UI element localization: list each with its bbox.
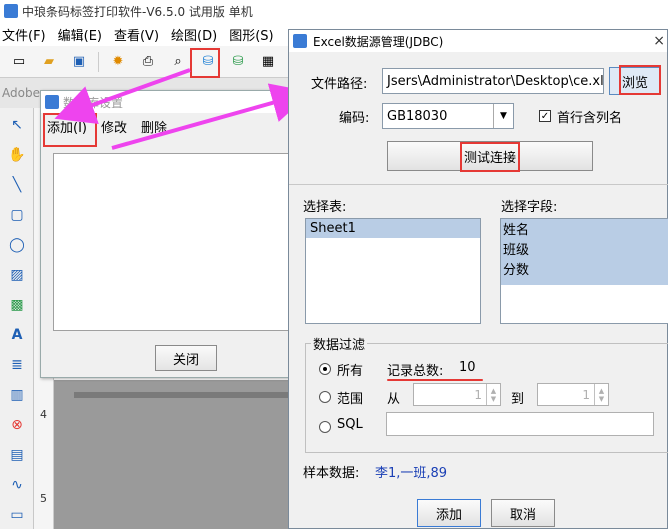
radio-all-label: 所有 xyxy=(337,364,364,379)
excel-dialog-titlebar: Excel数据源管理(JDBC) × xyxy=(289,30,667,52)
add-button[interactable]: 添加 xyxy=(417,499,481,527)
close-icon[interactable]: × xyxy=(653,33,665,49)
header-checkbox[interactable]: ✓ xyxy=(539,108,551,123)
from-value: 1 xyxy=(474,387,482,402)
record-total-underline xyxy=(387,379,483,381)
radio-sql-label: SQL xyxy=(337,417,363,432)
stepper-arrows-icon[interactable]: ▲ ▼ xyxy=(594,384,608,405)
select-table-label: 选择表: xyxy=(303,200,347,215)
divider xyxy=(289,184,668,185)
radio-all[interactable] xyxy=(319,361,331,376)
excel-dialog-icon xyxy=(293,34,307,48)
excel-dialog-title: Excel数据源管理(JDBC) xyxy=(313,34,444,49)
to-label: 到 xyxy=(511,392,525,407)
from-label: 从 xyxy=(387,392,401,407)
excel-datasource-dialog: Excel数据源管理(JDBC) × 文件路径: Jsers\Administr… xyxy=(288,29,668,529)
field-item[interactable]: 班级 xyxy=(503,241,666,261)
select-field-label: 选择字段: xyxy=(501,200,558,215)
encoding-value: GB18030 xyxy=(387,108,448,124)
to-value: 1 xyxy=(582,387,590,402)
radio-range[interactable] xyxy=(319,389,331,404)
cancel-button[interactable]: 取消 xyxy=(491,499,555,527)
filter-label: 数据过滤 xyxy=(311,334,368,353)
field-listbox[interactable]: 姓名 班级 分数 xyxy=(500,218,668,324)
from-stepper[interactable]: 1 ▲ ▼ xyxy=(413,383,501,406)
header-checkbox-label: 首行含列名 xyxy=(557,111,623,126)
browse-highlight xyxy=(619,65,661,95)
radio-range-label: 范围 xyxy=(337,392,364,407)
arrow-to-excel xyxy=(111,83,312,150)
table-listbox[interactable]: Sheet1 xyxy=(305,218,481,324)
table-item[interactable]: Sheet1 xyxy=(306,219,480,238)
sample-data-value: 李1,一班,89 xyxy=(375,466,448,481)
stepper-arrows-icon[interactable]: ▲ ▼ xyxy=(486,384,500,405)
encoding-select[interactable]: GB18030 ▼ xyxy=(382,103,514,129)
sample-data-label: 样本数据: xyxy=(303,466,360,481)
field-item[interactable]: 姓名 xyxy=(503,221,666,241)
record-total-label: 记录总数: xyxy=(387,364,444,379)
arrow-to-add xyxy=(54,68,191,124)
field-item[interactable]: 分数 xyxy=(503,261,666,281)
chevron-down-icon[interactable]: ▼ xyxy=(493,104,513,128)
record-total-value: 10 xyxy=(459,360,476,375)
encoding-label: 编码: xyxy=(339,111,370,126)
radio-sql[interactable] xyxy=(319,419,331,434)
test-connection-highlight xyxy=(460,142,520,172)
file-path-input[interactable]: Jsers\Administrator\Desktop\ce.xls xyxy=(382,68,604,94)
file-path-label: 文件路径: xyxy=(311,77,368,92)
sql-input[interactable] xyxy=(386,412,654,436)
to-stepper[interactable]: 1 ▲ ▼ xyxy=(537,383,609,406)
